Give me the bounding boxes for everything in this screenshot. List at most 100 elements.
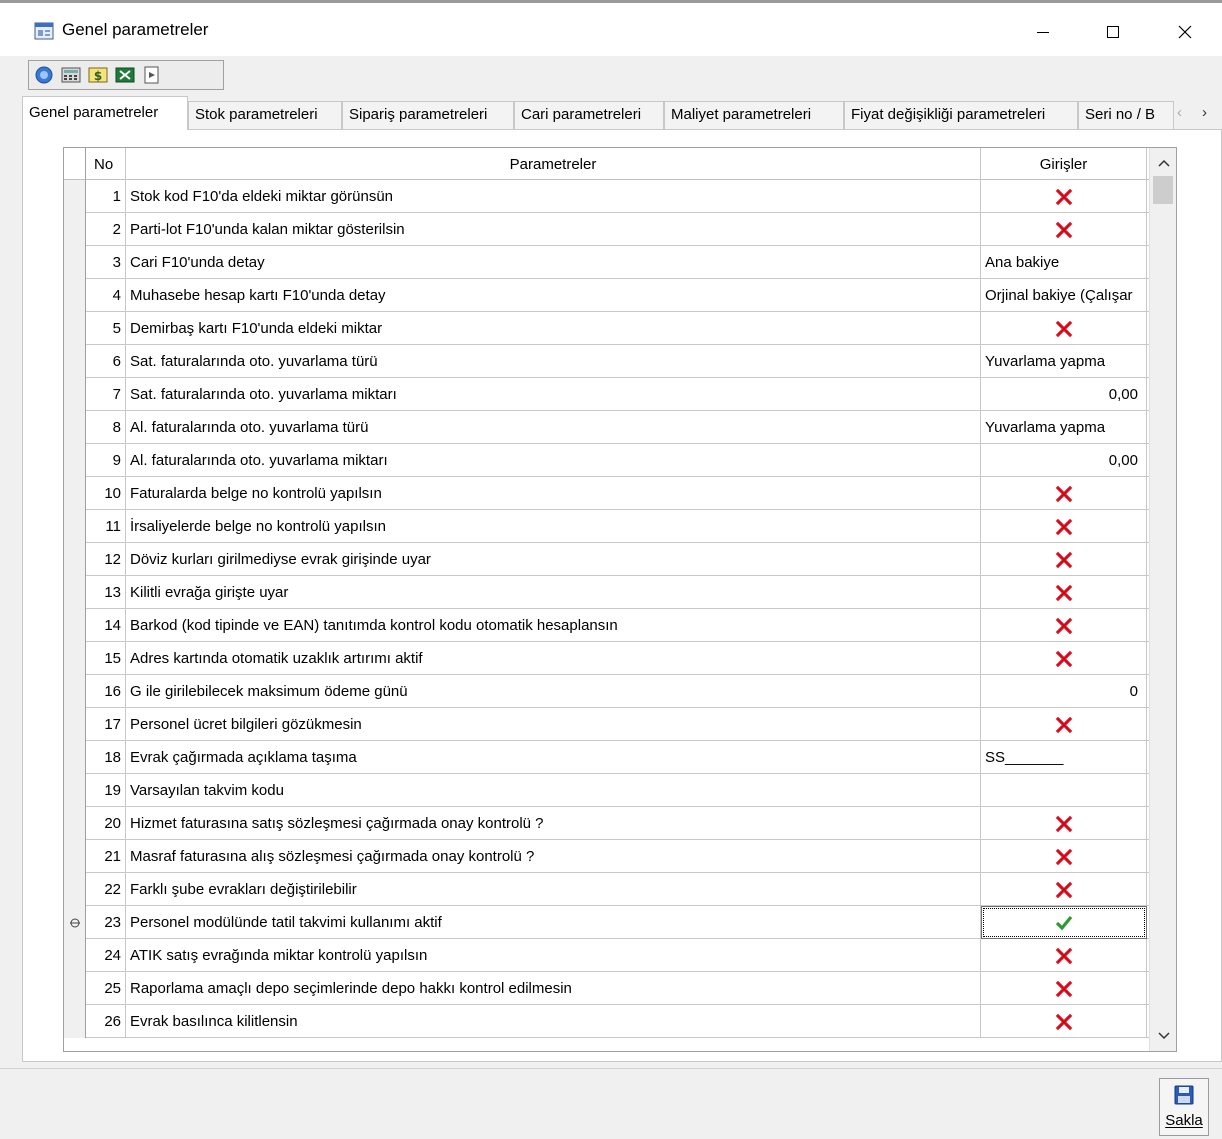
table-row[interactable]: 2 Parti-lot F10'unda kalan miktar gösteri…: [64, 213, 1149, 246]
table-row[interactable]: 8 Al. faturalarında oto. yuvarlama türü Yu…: [64, 411, 1149, 444]
row-selector[interactable]: [64, 1005, 86, 1038]
checkbox-unchecked[interactable]: [981, 840, 1147, 873]
scroll-down-icon[interactable]: [1150, 1025, 1176, 1047]
checkbox-unchecked[interactable]: [981, 180, 1147, 213]
table-row[interactable]: 16 G ile girilebilecek maksimum ödeme gün…: [64, 675, 1149, 708]
checkbox-unchecked[interactable]: [981, 312, 1147, 345]
table-row[interactable]: 14 Barkod (kod tipinde ve EAN) tanıtımda …: [64, 609, 1149, 642]
tab-scroll-right-icon[interactable]: ›: [1202, 104, 1207, 121]
value-field[interactable]: [981, 774, 1147, 807]
table-row[interactable]: 25 Raporlama amaçlı depo seçimlerinde dep…: [64, 972, 1149, 1005]
tab-maliyet-parametreleri[interactable]: Maliyet parametreleri: [664, 101, 844, 129]
table-row[interactable]: 12 Döviz kurları girilmediyse evrak giriş…: [64, 543, 1149, 576]
checkbox-unchecked[interactable]: [981, 477, 1147, 510]
calculator-icon[interactable]: [59, 63, 83, 87]
row-selector[interactable]: [64, 213, 86, 246]
table-row[interactable]: 13 Kilitli evrağa girişte uyar: [64, 576, 1149, 609]
row-selector[interactable]: [64, 312, 86, 345]
table-row[interactable]: 18 Evrak çağırmada açıklama taşıma SS_____…: [64, 741, 1149, 774]
tab-scroll-left-icon[interactable]: ‹: [1177, 104, 1182, 121]
save-button[interactable]: Sakla: [1159, 1078, 1209, 1136]
table-row[interactable]: 24 ATIK satış evrağında miktar kontrolü y…: [64, 939, 1149, 972]
row-selector[interactable]: [64, 246, 86, 279]
row-selector[interactable]: [64, 510, 86, 543]
value-field[interactable]: 0,00: [981, 444, 1147, 477]
row-selector[interactable]: [64, 774, 86, 807]
table-row[interactable]: 3 Cari F10'unda detay Ana bakiye: [64, 246, 1149, 279]
table-row[interactable]: 17 Personel ücret bilgileri gözükmesin: [64, 708, 1149, 741]
maximize-button[interactable]: [1090, 11, 1136, 53]
value-field[interactable]: Yuvarlama yapma: [981, 411, 1147, 444]
row-selector[interactable]: [64, 477, 86, 510]
row-selector[interactable]: [64, 576, 86, 609]
row-selector[interactable]: [64, 279, 86, 312]
checkbox-unchecked[interactable]: [981, 609, 1147, 642]
currency-icon[interactable]: $: [86, 63, 110, 87]
value-field[interactable]: Ana bakiye: [981, 246, 1147, 279]
tab-fiyat-degisikligi-parametreleri[interactable]: Fiyat değişikliği parametreleri: [844, 101, 1078, 129]
table-row[interactable]: 20 Hizmet faturasına satış sözleşmesi çağ…: [64, 807, 1149, 840]
row-selector[interactable]: [64, 378, 86, 411]
checkbox-unchecked[interactable]: [981, 576, 1147, 609]
row-selector[interactable]: [64, 807, 86, 840]
table-row[interactable]: 5 Demirbaş kartı F10'unda eldeki miktar: [64, 312, 1149, 345]
row-selector[interactable]: [64, 180, 86, 213]
value-field[interactable]: 0,00: [981, 378, 1147, 411]
row-selector[interactable]: [64, 609, 86, 642]
header-girisler[interactable]: Girişler: [981, 148, 1147, 180]
table-row[interactable]: 22 Farklı şube evrakları değiştirilebilir: [64, 873, 1149, 906]
value-field[interactable]: SS_______: [981, 741, 1147, 774]
value-field[interactable]: Yuvarlama yapma: [981, 345, 1147, 378]
checkbox-unchecked[interactable]: [981, 1005, 1147, 1038]
table-row[interactable]: 11 İrsaliyelerde belge no kontrolü yapıls…: [64, 510, 1149, 543]
value-field[interactable]: 0: [981, 675, 1147, 708]
vertical-scrollbar[interactable]: [1149, 148, 1176, 1051]
checkbox-unchecked[interactable]: [981, 807, 1147, 840]
row-selector[interactable]: [64, 840, 86, 873]
checkbox-unchecked[interactable]: [981, 708, 1147, 741]
table-row[interactable]: 4 Muhasebe hesap kartı F10'unda detay Orji…: [64, 279, 1149, 312]
tab-cari-parametreleri[interactable]: Cari parametreleri: [514, 101, 664, 129]
row-selector[interactable]: [64, 939, 86, 972]
value-field[interactable]: Orjinal bakiye (Çalışar: [981, 279, 1147, 312]
checkbox-checked[interactable]: [981, 906, 1147, 939]
excel-icon[interactable]: [113, 63, 137, 87]
table-row[interactable]: 21 Masraf faturasına alış sözleşmesi çağı…: [64, 840, 1149, 873]
row-selector[interactable]: [64, 708, 86, 741]
checkbox-unchecked[interactable]: [981, 543, 1147, 576]
table-row[interactable]: 10 Faturalarda belge no kontrolü yapılsın: [64, 477, 1149, 510]
row-selector[interactable]: [64, 741, 86, 774]
table-row[interactable]: 23 Personel modülünde tatil takvimi kulla…: [64, 906, 1149, 939]
checkbox-unchecked[interactable]: [981, 213, 1147, 246]
checkbox-unchecked[interactable]: [981, 642, 1147, 675]
tab-siparis-parametreleri[interactable]: Sipariş parametreleri: [342, 101, 514, 129]
scrollbar-thumb[interactable]: [1153, 176, 1173, 204]
close-button[interactable]: [1162, 11, 1208, 53]
row-selector[interactable]: [64, 642, 86, 675]
row-selector[interactable]: [64, 972, 86, 1005]
header-no[interactable]: No: [86, 148, 126, 180]
checkbox-unchecked[interactable]: [981, 510, 1147, 543]
table-row[interactable]: 26 Evrak basılınca kilitlensin: [64, 1005, 1149, 1038]
table-row[interactable]: 7 Sat. faturalarında oto. yuvarlama mikta…: [64, 378, 1149, 411]
row-selector[interactable]: [64, 444, 86, 477]
table-row[interactable]: 1 Stok kod F10'da eldeki miktar görünsün: [64, 180, 1149, 213]
exit-icon[interactable]: [140, 63, 164, 87]
minimize-button[interactable]: [1020, 11, 1066, 53]
row-selector[interactable]: [64, 411, 86, 444]
row-selector[interactable]: [64, 345, 86, 378]
table-row[interactable]: 15 Adres kartında otomatik uzaklık artırı…: [64, 642, 1149, 675]
tab-genel-parametreler[interactable]: Genel parametreler: [22, 96, 188, 130]
row-selector[interactable]: [64, 543, 86, 576]
header-parametreler[interactable]: Parametreler: [126, 148, 981, 180]
row-current-indicator[interactable]: [64, 906, 86, 939]
checkbox-unchecked[interactable]: [981, 939, 1147, 972]
checkbox-unchecked[interactable]: [981, 972, 1147, 1005]
scroll-up-icon[interactable]: [1150, 152, 1176, 174]
table-row[interactable]: 6 Sat. faturalarında oto. yuvarlama türü Y…: [64, 345, 1149, 378]
row-selector[interactable]: [64, 675, 86, 708]
tab-stok-parametreleri[interactable]: Stok parametreleri: [188, 101, 342, 129]
row-selector[interactable]: [64, 873, 86, 906]
tab-seri-no[interactable]: Seri no / B: [1078, 101, 1174, 129]
table-row[interactable]: 9 Al. faturalarında oto. yuvarlama miktar…: [64, 444, 1149, 477]
